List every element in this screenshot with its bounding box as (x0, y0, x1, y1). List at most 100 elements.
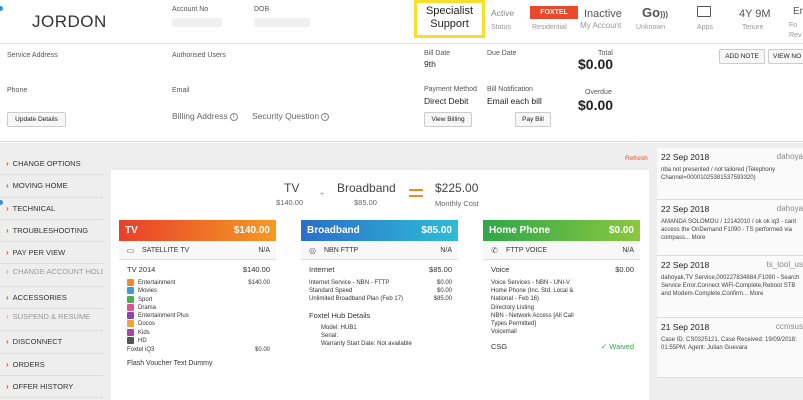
pay-bill-button[interactable]: Pay Bill (515, 112, 551, 127)
broadband-line-price: $85.00 (433, 296, 452, 303)
billing-address-label[interactable]: Billing Address i (172, 111, 238, 121)
checkbox-icon[interactable] (127, 287, 134, 295)
tv-channel-row: Movies (127, 287, 270, 295)
monthly-cost-label: Monthly Cost (435, 199, 479, 208)
dob-label: DOB (254, 6, 270, 13)
inactive-label: Inactive (584, 8, 622, 20)
note-text: dahoyak,TV Service,000227834884,F1090 - … (661, 275, 800, 297)
service-address-label: Service Address (7, 52, 58, 59)
broadband-price: $85.00 (421, 225, 452, 236)
tv-extra-price: $0.00 (254, 347, 270, 354)
note-entry[interactable]: 22 Sep 2018 ts_tool_us dahoyak,TV Service,… (657, 256, 803, 318)
nav-item[interactable]: › SUSPEND & RESUME (0, 309, 103, 332)
overdue-value: $0.00 (578, 97, 614, 113)
nav-item-label: TECHNICAL (12, 203, 56, 213)
tv-channel-row: Kids (127, 328, 270, 337)
nav-item[interactable]: › MOVING HOME (0, 175, 103, 198)
note-date: 21 Sep 2018 (661, 322, 710, 332)
tv-package-price: $140.00 (242, 265, 270, 274)
nav-item[interactable]: › ORDERS (0, 354, 103, 376)
phone-icon: ✆ (491, 245, 498, 255)
checkbox-icon[interactable] (127, 328, 134, 336)
nav-item-label: OFFER HISTORY (12, 381, 74, 391)
chevron-right-icon: › (6, 359, 9, 369)
broadband-title: Broadband (307, 225, 360, 236)
tv-service-name: SATELLITE TV (142, 246, 190, 254)
fo-label: Fo (789, 22, 798, 29)
nav-item-label: PAY PER VIEW (12, 248, 66, 258)
nav-item[interactable]: › OFFER HISTORY (0, 376, 103, 399)
tv-channel-price: $140.00 (248, 280, 270, 286)
checkbox-icon[interactable] (127, 295, 134, 303)
tv-channel-label: Sport (138, 296, 153, 303)
tv-channel-row: HD (127, 336, 270, 345)
broadband-package-name: Internet (309, 265, 335, 274)
payment-method-value: Direct Debit (424, 96, 469, 106)
tenure-label: Tenure (742, 24, 764, 31)
broadband-service-status: N/A (440, 247, 452, 254)
overdue-label: Overdue (585, 89, 612, 96)
chevron-right-icon: › (6, 248, 9, 258)
broadband-line-row: Unlimited Broadband Plan (Feb 17) $85.00 (309, 295, 452, 303)
phone-line-row: Types Permitted] (491, 321, 537, 328)
nav-item[interactable]: › ACCESSORIES (0, 287, 103, 310)
tv-service-row[interactable]: ▭ SATELLITE TV N/A (119, 241, 276, 260)
note-user: ts_tool_us (766, 260, 803, 269)
note-entry[interactable]: 22 Sep 2018 dahoya AMANDA SOLOMOU / 121420… (657, 200, 803, 256)
globe-icon: ◎ (309, 245, 316, 255)
checkbox-icon[interactable] (127, 336, 134, 344)
summary-broadband-label: Broadband (337, 181, 396, 195)
phone-line-row: National - Feb 16) (491, 296, 540, 303)
add-note-button[interactable]: ADD NOTE (719, 49, 765, 64)
notes-panel: 22 Sep 2018 dahoya nba not presented / not… (657, 148, 803, 400)
view-billing-button[interactable]: View Billing (424, 112, 472, 127)
account-header: JORDON Account No DOB Specialist Support… (0, 0, 803, 44)
phone-line-row: Home Phone (Inc. Std. Local & (491, 288, 574, 295)
nav-item[interactable]: › TECHNICAL (0, 198, 103, 220)
nav-item[interactable]: › PAY PER VIEW (0, 242, 103, 265)
update-details-button[interactable]: Update Details (7, 112, 66, 127)
tv-price: $140.00 (233, 225, 270, 236)
csg-label: CSG (491, 342, 508, 352)
summary-tv-price: $140.00 (276, 198, 304, 207)
phone-package-name: Voice (491, 265, 510, 274)
info-icon: i (229, 112, 238, 121)
hub-model: Model: HUB1 (321, 324, 357, 331)
specialist-support-badge[interactable]: Specialist Support (414, 0, 485, 38)
hub-warranty: Warranty Start Date: Not available (321, 341, 412, 348)
view-notes-button[interactable]: VIEW NO (768, 49, 803, 64)
tv-channel-list: Entertainment $140.00 Movies Sport Drama Ente… (127, 279, 270, 345)
tv-channel-label: Docos (138, 321, 156, 328)
phone-service-row[interactable]: ✆ FTTP VOICE N/A (483, 241, 640, 260)
summary-tv-label: TV (284, 181, 300, 195)
foxtel-badge: FOXTEL (530, 6, 578, 19)
email-label: Email (172, 87, 190, 94)
phone-service-status: N/A (622, 247, 634, 254)
broadband-line-price: $0.00 (436, 280, 452, 286)
checkbox-icon[interactable] (127, 312, 134, 320)
broadband-service-row[interactable]: ◎ NBN FTTP N/A (301, 241, 458, 260)
note-entry[interactable]: 21 Sep 2018 ccmsus Case ID: CS0325121, Cas… (657, 318, 803, 378)
phone-header: Home Phone $0.00 (483, 220, 640, 241)
er-label: Er (793, 6, 803, 17)
nav-item[interactable]: › CHANGE OPTIONS (0, 153, 103, 176)
tv-channel-row: Docos (127, 320, 270, 328)
chevron-right-icon: › (6, 181, 9, 191)
refresh-link[interactable]: Refresh (625, 155, 648, 162)
account-details: Service Address Authorised Users Phone E… (0, 44, 803, 142)
tv-channel-label: Movies (138, 288, 158, 295)
phone-service-name: FTTP VOICE (506, 246, 548, 254)
rev-label: Rev (789, 32, 802, 39)
security-question-label[interactable]: Security Question i (252, 111, 330, 121)
checkbox-icon[interactable] (127, 279, 134, 286)
nav-item[interactable]: › TROUBLESHOOTING (0, 220, 103, 243)
wifi-icon: ))) (660, 10, 669, 19)
checkbox-icon[interactable] (127, 303, 134, 311)
nav-item[interactable]: ›CHANGE ACCOUNT HOLDER (0, 264, 103, 287)
checkbox-icon[interactable] (127, 320, 134, 328)
tv-voucher: Flash Voucher Text Dummy (127, 360, 213, 368)
chevron-right-icon: › (6, 203, 9, 213)
nav-item[interactable]: › DISCONNECT (0, 331, 103, 354)
tv-service-status: N/A (258, 247, 270, 254)
note-entry[interactable]: 22 Sep 2018 dahoya nba not presented / not… (657, 148, 803, 200)
